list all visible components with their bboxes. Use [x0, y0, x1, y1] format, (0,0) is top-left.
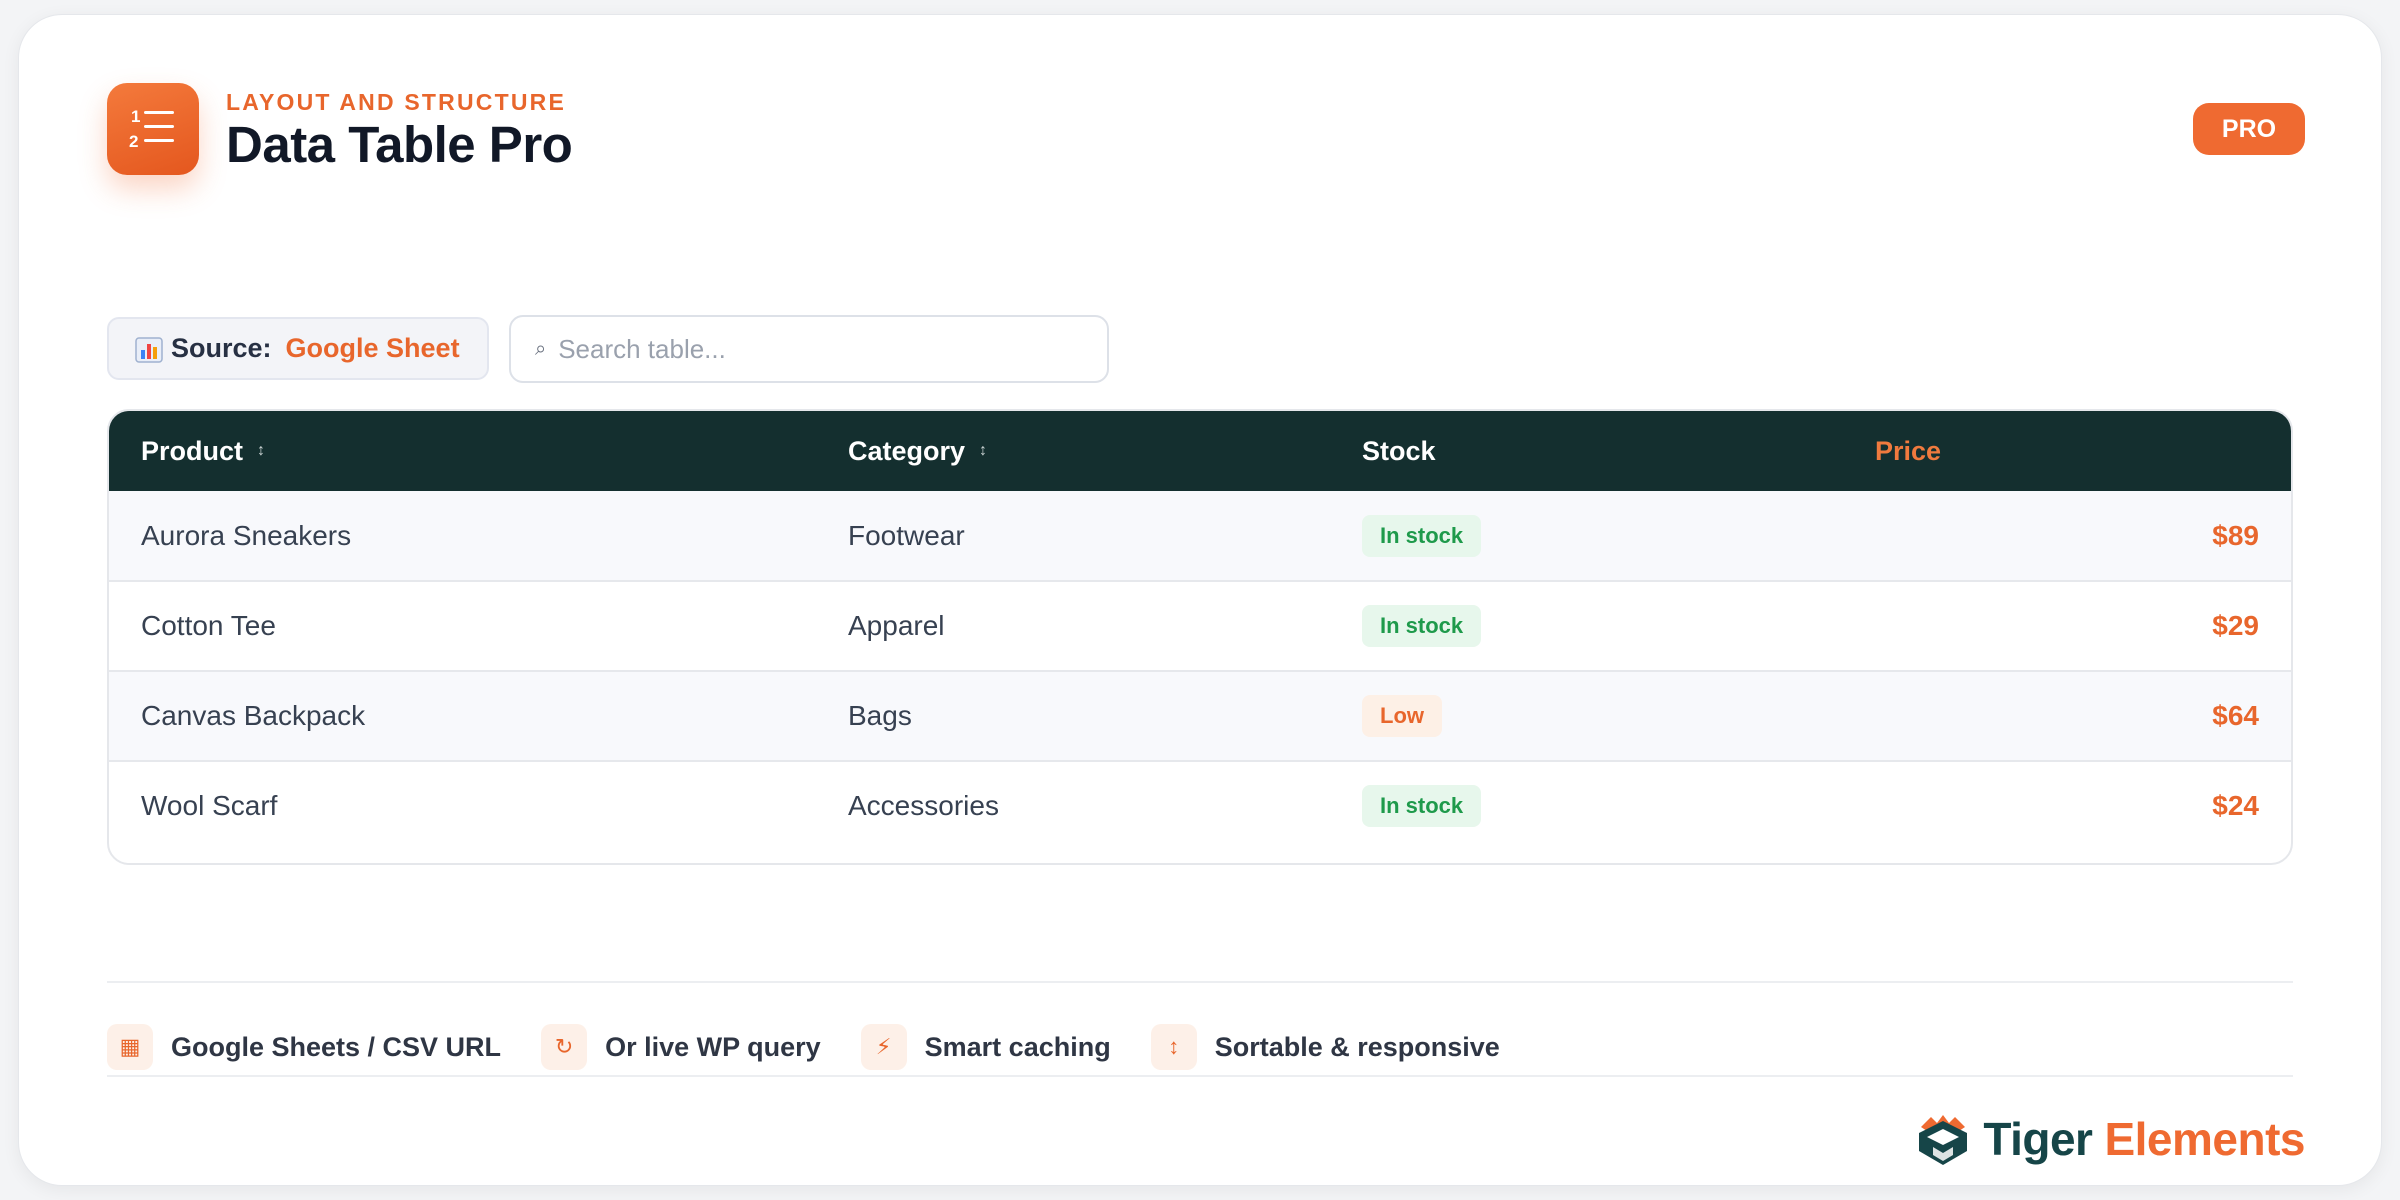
cell-stock: In stock — [1362, 491, 1482, 580]
bar-chart-icon — [135, 336, 163, 363]
source-value: Google Sheet — [285, 333, 460, 363]
cell-stock: Low — [1362, 672, 1442, 760]
stock-badge: Low — [1362, 695, 1442, 737]
refresh-icon: ↻ — [541, 1024, 588, 1070]
stock-badge: In stock — [1362, 785, 1482, 827]
lightning-icon: ⚡ — [860, 1024, 907, 1070]
table-body: Aurora Sneakers Footwear In stock $89 Co… — [109, 491, 2291, 850]
feature-item: ↕ Sortable & responsive — [1150, 1024, 1500, 1070]
cell-product: Cotton Tee — [141, 610, 276, 641]
pro-badge: PRO — [2193, 103, 2305, 155]
cell-price: $24 — [2212, 790, 2259, 821]
cell-product: Wool Scarf — [141, 790, 278, 821]
brand-logo: Tiger Elements — [1913, 1107, 2305, 1171]
brand-name-tiger: Tiger — [1983, 1113, 2093, 1165]
feature-label: Or live WP query — [605, 1031, 821, 1062]
column-header-label: Stock — [1362, 435, 1436, 466]
cell-category: Accessories — [848, 790, 999, 821]
sort-icon[interactable]: ↕ — [257, 442, 265, 460]
stock-badge: In stock — [1362, 514, 1482, 557]
cell-category: Apparel — [848, 610, 945, 641]
search-input[interactable] — [558, 333, 1079, 365]
table-row[interactable]: Wool Scarf Accessories In stock $24 — [109, 760, 2291, 850]
column-header-stock: Stock — [1362, 411, 1436, 491]
column-header-product[interactable]: Product ↕ — [141, 411, 265, 491]
column-header-label: Category — [848, 435, 966, 466]
brand-name-elements: Elements — [2104, 1113, 2305, 1165]
feature-label: Sortable & responsive — [1214, 1031, 1500, 1062]
feature-item: ↻ Or live WP query — [541, 1024, 821, 1070]
column-header-label: Price — [1875, 435, 1942, 466]
cell-product: Aurora Sneakers — [141, 519, 352, 551]
cell-category: Bags — [848, 700, 912, 731]
cell-price: $29 — [2212, 610, 2259, 641]
feature-label: Smart caching — [924, 1031, 1111, 1062]
sort-icon[interactable]: ↕ — [979, 442, 987, 460]
feature-list: ▦ Google Sheets / CSV URL ↻ Or live WP q… — [107, 1023, 1540, 1071]
grid-icon: ▦ — [107, 1024, 153, 1070]
column-header-category[interactable]: Category ↕ — [848, 411, 987, 491]
search-icon: ⌕ — [535, 337, 547, 360]
search-box[interactable]: ⌕ — [509, 315, 1109, 383]
data-table: Product ↕ Category ↕ Stock Price Aurora … — [107, 409, 2293, 865]
cell-product: Canvas Backpack — [141, 700, 366, 731]
cell-stock: In stock — [1362, 582, 1482, 670]
cell-price: $89 — [2212, 519, 2259, 551]
feature-item: ⚡ Smart caching — [860, 1024, 1111, 1070]
cell-stock: In stock — [1362, 762, 1482, 850]
feature-label: Google Sheets / CSV URL — [171, 1031, 502, 1062]
feature-item: ▦ Google Sheets / CSV URL — [107, 1024, 501, 1070]
main-card: 1 2 LAYOUT AND STRUCTURE Data Table Pro … — [18, 14, 2382, 1186]
numbered-list-icon: 1 2 — [107, 83, 199, 175]
table-header: Product ↕ Category ↕ Stock Price — [109, 411, 2291, 491]
divider — [107, 1075, 2293, 1077]
svg-text:1: 1 — [131, 107, 140, 126]
column-header-label: Product — [141, 435, 244, 466]
cell-category: Footwear — [848, 519, 965, 551]
stock-badge: In stock — [1362, 605, 1482, 647]
table-row[interactable]: Canvas Backpack Bags Low $64 — [109, 670, 2291, 760]
section-eyebrow: LAYOUT AND STRUCTURE — [226, 89, 567, 115]
table-row[interactable]: Aurora Sneakers Footwear In stock $89 — [109, 491, 2291, 580]
cell-price: $64 — [2212, 700, 2259, 731]
divider — [107, 981, 2293, 983]
svg-text:2: 2 — [129, 132, 138, 151]
page-title: Data Table Pro — [226, 116, 573, 173]
table-row[interactable]: Cotton Tee Apparel In stock $29 — [109, 580, 2291, 670]
tiger-logo-icon — [1919, 1115, 1968, 1165]
source-label: Source: — [171, 333, 272, 363]
source-selector[interactable]: Source: Google Sheet — [107, 317, 489, 380]
column-header-price: Price — [1875, 411, 1941, 491]
sort-icon: ↕ — [1150, 1024, 1197, 1070]
